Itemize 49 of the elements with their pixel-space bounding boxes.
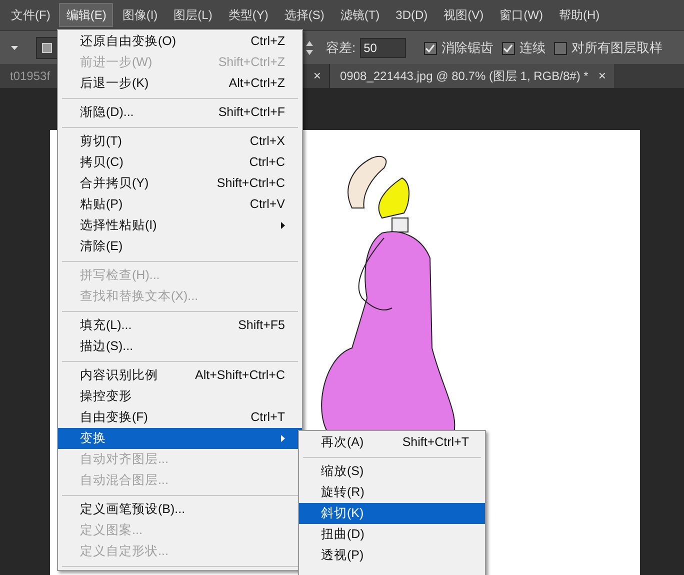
menu-item[interactable]: 滤镜(T) [333,3,387,27]
menu-item[interactable]: 内容识别比例 Alt+Shift+Ctrl+C [58,365,302,386]
menu-item[interactable]: 填充(L)... Shift+F5 [58,315,302,336]
menu-item[interactable]: 斜切(K) [299,503,485,524]
menu-item[interactable]: 描边(S)... [58,336,302,357]
menu-item[interactable]: 拷贝(C) Ctrl+C [58,152,302,173]
menu-item[interactable]: 变换 [58,428,302,449]
menu-item[interactable]: 文件(F) [4,3,58,27]
menu-item[interactable]: 还原自由变换(O) Ctrl+Z [58,31,302,52]
checkbox-label: 对所有图层取样 [572,39,663,58]
menu-item[interactable]: 选择性粘贴(I) [58,215,302,236]
menu-item[interactable]: 缩放(S) [299,461,485,482]
menu-item[interactable]: 编辑(E) [59,3,114,27]
menu-item[interactable]: 旋转(R) [299,482,485,503]
close-icon[interactable]: × [313,66,321,86]
menu-item[interactable]: 自由变换(F) Ctrl+T [58,407,302,428]
menu-item[interactable]: 图层(L) [166,3,220,27]
menu-item[interactable]: 图像(I) [115,3,165,27]
tolerance-label: 容差: [326,39,356,58]
menu-item[interactable]: 粘贴(P) Ctrl+V [58,194,302,215]
menu-item[interactable]: 清除(E) [58,236,302,257]
close-icon[interactable]: × [598,66,606,86]
menu-item[interactable]: 剪切(T) Ctrl+X [58,131,302,152]
menu-item[interactable]: 3D(D) [388,3,435,27]
menu-item[interactable]: 合并拷贝(Y) Shift+Ctrl+C [58,173,302,194]
menu-item[interactable]: 帮助(H) [552,3,607,27]
menu-item[interactable]: 选择(S) [277,3,332,27]
menu-item[interactable]: 操控变形 [58,386,302,407]
submenu-arrow-icon [281,435,285,442]
menu-item[interactable]: 窗口(W) [492,3,550,27]
menu-item[interactable]: 透视(P) [299,545,485,566]
checkbox[interactable] [502,42,515,54]
dropdown-caret-icon[interactable] [11,46,18,50]
menu-item[interactable]: 类型(Y) [221,3,276,27]
spinner-icon[interactable] [306,41,313,55]
checkbox[interactable] [424,42,437,54]
checkbox-label: 连续 [520,39,546,58]
menu-item[interactable]: 定义画笔预设(B)... [58,499,302,520]
tolerance-field[interactable]: 50 [360,38,406,58]
checkbox[interactable] [554,42,567,54]
document-tab[interactable]: 0908_221443.jpg @ 80.7% (图层 1, RGB/8#) * × [330,64,614,88]
menu-item[interactable]: 后退一步(K) Alt+Ctrl+Z [58,73,302,94]
menu-item[interactable]: 扭曲(D) [299,524,485,545]
submenu-arrow-icon [281,222,285,229]
tool-preset-button[interactable] [36,36,58,58]
menu-item[interactable]: 视图(V) [436,3,491,27]
menu-item[interactable]: 渐隐(D)... Shift+Ctrl+F [58,102,302,123]
menu-item[interactable]: 再次(A) Shift+Ctrl+T [299,432,485,453]
checkbox-label: 消除锯齿 [442,39,494,58]
